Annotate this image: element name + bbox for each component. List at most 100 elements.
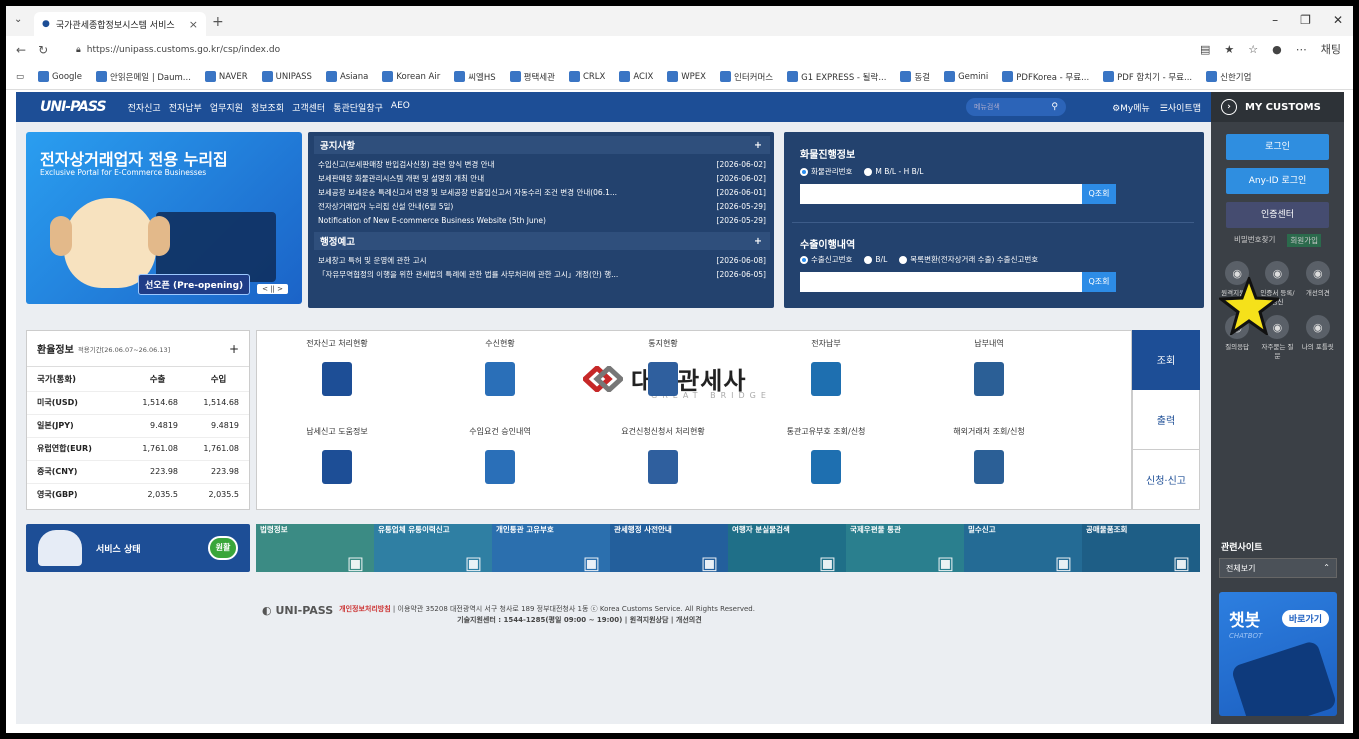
notice-row[interactable]: Notification of New E-commerce Business … bbox=[314, 213, 770, 227]
sidebar-toggle-icon[interactable]: ▭ bbox=[16, 72, 24, 82]
profile-icon[interactable]: ● bbox=[1272, 43, 1282, 56]
quick-link[interactable]: 국제우편물 통관 ▣ bbox=[846, 524, 964, 573]
gnb-menu-item[interactable]: 전자납부 bbox=[169, 101, 202, 114]
side-shortcut[interactable]: ◉ 개선의견 bbox=[1300, 261, 1336, 307]
gnb-menu-item[interactable]: 통관단일창구 bbox=[333, 101, 383, 114]
my-menu-link[interactable]: ⚙My메뉴 bbox=[1112, 101, 1150, 114]
favorite-star-icon[interactable]: ★ bbox=[1224, 43, 1234, 56]
service-help-book[interactable]: 납세신고 도움정보 bbox=[277, 427, 397, 484]
service-pie[interactable]: 요건신청신청서 처리현황 bbox=[603, 427, 723, 484]
find-password-link[interactable]: 비밀번호찾기 bbox=[1234, 234, 1275, 247]
gnb-menu-item[interactable]: 고객센터 bbox=[292, 101, 325, 114]
bookmark-item[interactable]: CRLX bbox=[568, 71, 605, 82]
service-receipt[interactable]: 납부내역 bbox=[929, 339, 1049, 396]
new-tab-icon[interactable]: + bbox=[212, 14, 224, 30]
quick-link[interactable]: 밀수신고 ▣ bbox=[964, 524, 1082, 573]
quick-link[interactable]: 법령정보 ▣ bbox=[256, 524, 374, 573]
bookmark-item[interactable]: Google bbox=[38, 71, 82, 82]
cargo-search-button[interactable]: Q조회 bbox=[1082, 184, 1116, 204]
exchange-more-icon[interactable]: + bbox=[229, 342, 239, 356]
radio-bl[interactable]: B/L bbox=[864, 255, 887, 264]
bookmark-item[interactable]: 씨엘HS bbox=[454, 71, 496, 83]
notice-row[interactable]: 보세판매장 화물관리시스템 개편 및 설명회 개최 안내 [2026-06-02] bbox=[314, 171, 770, 185]
url-field[interactable]: 🔒︎ https://unipass.customs.go.kr/csp/ind… bbox=[66, 39, 1176, 61]
export-search-button[interactable]: Q조회 bbox=[1082, 272, 1116, 292]
service-notice[interactable]: 통지현황 bbox=[603, 339, 723, 396]
copilot-label[interactable]: 채팅 bbox=[1321, 41, 1341, 57]
gnb-menu-item[interactable]: 업무지원 bbox=[210, 101, 243, 114]
login-button[interactable]: 로그인 bbox=[1226, 134, 1329, 160]
chatbot-banner[interactable]: 챗봇 바로가기 CHATBOT bbox=[1219, 592, 1337, 716]
bookmark-item[interactable]: G1 EXPRESS - 될락... bbox=[787, 71, 886, 83]
notice-row[interactable]: 보세공장 보세운송 특례신고서 변경 및 보세공장 반출입신고서 자동수리 조건… bbox=[314, 185, 770, 199]
service-globe-search[interactable]: 해외거래처 조회/신청 bbox=[929, 427, 1049, 484]
quick-link[interactable]: 유통업체 유통이력신고 ▣ bbox=[374, 524, 492, 573]
banner-pager[interactable]: < || > bbox=[257, 284, 288, 294]
service-barcode-search[interactable]: 통관고유부호 조회/신청 bbox=[766, 427, 886, 484]
restore-icon[interactable]: ❐ bbox=[1300, 13, 1311, 27]
bookmark-item[interactable]: PDF 합치기 - 무료... bbox=[1103, 71, 1192, 83]
radio-list-convert[interactable]: 목록변환(전자상거래 수출) 수출신고번호 bbox=[899, 254, 1038, 265]
more-icon[interactable]: ⋯ bbox=[1296, 43, 1307, 56]
export-input[interactable] bbox=[800, 272, 1082, 292]
side-shortcut[interactable]: ◉ 나의 포틀릿 bbox=[1300, 315, 1336, 361]
collapse-icon[interactable]: › bbox=[1221, 99, 1237, 115]
privacy-link[interactable]: 개인정보처리방침 bbox=[339, 605, 391, 613]
promo-banner[interactable]: 전자상거래업자 전용 누리집 Exclusive Portal for E-Co… bbox=[26, 132, 302, 304]
remote-link[interactable]: 원격지원상담 bbox=[630, 616, 669, 624]
service-payment[interactable]: 전자납부 bbox=[766, 339, 886, 396]
quick-link[interactable]: 여행자 분실물검색 ▣ bbox=[728, 524, 846, 573]
tab-0[interactable]: 조회 bbox=[1132, 330, 1200, 390]
bookmark-item[interactable]: 동걸 bbox=[900, 71, 930, 83]
unipass-logo[interactable]: UNI-PASS bbox=[40, 99, 107, 115]
notice-row[interactable]: 전자상거래업자 누리집 신설 안내(6월 5일) [2026-05-29] bbox=[314, 199, 770, 213]
service-import[interactable]: 수입요건 승인내역 bbox=[440, 427, 560, 484]
search-icon[interactable]: ⚲ bbox=[1051, 102, 1058, 112]
quick-link[interactable]: 공매물품조회 ▣ bbox=[1082, 524, 1200, 573]
notice-row[interactable]: 보세창고 특허 및 운영에 관한 고시 [2026-06-08] bbox=[314, 253, 770, 267]
cargo-input[interactable] bbox=[800, 184, 1082, 204]
close-tab-icon[interactable]: × bbox=[189, 18, 198, 31]
back-icon[interactable]: ← bbox=[16, 43, 26, 57]
reader-icon[interactable]: ▤ bbox=[1200, 43, 1210, 56]
tab-1[interactable]: 출력 bbox=[1132, 390, 1200, 450]
bookmark-item[interactable]: PDFKorea - 무료... bbox=[1002, 71, 1089, 83]
bookmark-item[interactable]: 안읽은메일 | Daum... bbox=[96, 71, 191, 83]
opinion-link[interactable]: 개선의견 bbox=[676, 616, 702, 624]
favorites-icon[interactable]: ☆ bbox=[1248, 43, 1258, 56]
quick-link[interactable]: 개인통관 고유부호 ▣ bbox=[492, 524, 610, 573]
radio-cargo-no[interactable]: 화물관리번호 bbox=[800, 166, 852, 177]
bookmark-item[interactable]: Gemini bbox=[944, 71, 988, 82]
bookmark-item[interactable]: 인터커머스 bbox=[720, 71, 773, 83]
quick-link[interactable]: 관세행정 사전안내 ▣ bbox=[610, 524, 728, 573]
service-inbox[interactable]: 수신현황 bbox=[440, 339, 560, 396]
chatbot-go-button[interactable]: 바로가기 bbox=[1281, 610, 1329, 627]
minimize-icon[interactable]: – bbox=[1272, 13, 1278, 27]
notice-more-icon[interactable]: + bbox=[754, 140, 762, 151]
bookmark-item[interactable]: Asiana bbox=[325, 71, 368, 82]
bookmark-item[interactable]: ACIX bbox=[619, 71, 653, 82]
service-chart[interactable]: 전자신고 처리현황 bbox=[277, 339, 397, 396]
admin-more-icon[interactable]: + bbox=[754, 236, 762, 247]
browser-tab[interactable]: ● 국가관세종합정보시스템 서비스 × bbox=[34, 12, 206, 36]
bookmark-item[interactable]: WPEX bbox=[667, 71, 706, 82]
tab-2[interactable]: 신청·신고 bbox=[1132, 450, 1200, 510]
radio-export-no[interactable]: 수출신고번호 bbox=[800, 254, 852, 265]
refresh-icon[interactable]: ↻ bbox=[38, 43, 48, 57]
bookmark-item[interactable]: Korean Air bbox=[382, 71, 440, 82]
sitemap-link[interactable]: ☰사이트맵 bbox=[1160, 101, 1201, 114]
terms-link[interactable]: 이용약관 bbox=[398, 605, 424, 613]
tab-list-icon[interactable]: ⌄ bbox=[14, 14, 22, 25]
related-sites-select[interactable]: 전체보기 ⌃ bbox=[1219, 558, 1337, 578]
signup-link[interactable]: 회원가입 bbox=[1287, 234, 1321, 247]
gnb-menu-item[interactable]: 정보조회 bbox=[251, 101, 284, 114]
bookmark-item[interactable]: 신한기업 bbox=[1206, 71, 1251, 83]
radio-mbl-hbl[interactable]: M B/L - H B/L bbox=[864, 167, 923, 176]
bookmark-item[interactable]: NAVER bbox=[204, 71, 248, 82]
notice-row[interactable]: 수입신고(보세판매장 반입검사신청) 관련 양식 변경 안내 [2026-06-0… bbox=[314, 157, 770, 171]
notice-row[interactable]: 「자유무역협정의 이행을 위한 관세법의 특례에 관한 법률 사무처리에 관한 … bbox=[314, 267, 770, 281]
gnb-menu-item[interactable]: AEO bbox=[391, 101, 410, 114]
bookmark-item[interactable]: 평택세관 bbox=[509, 71, 555, 83]
cert-center-button[interactable]: 인증센터 bbox=[1226, 202, 1329, 228]
menu-search-input[interactable]: 메뉴검색 ⚲ bbox=[966, 98, 1066, 116]
